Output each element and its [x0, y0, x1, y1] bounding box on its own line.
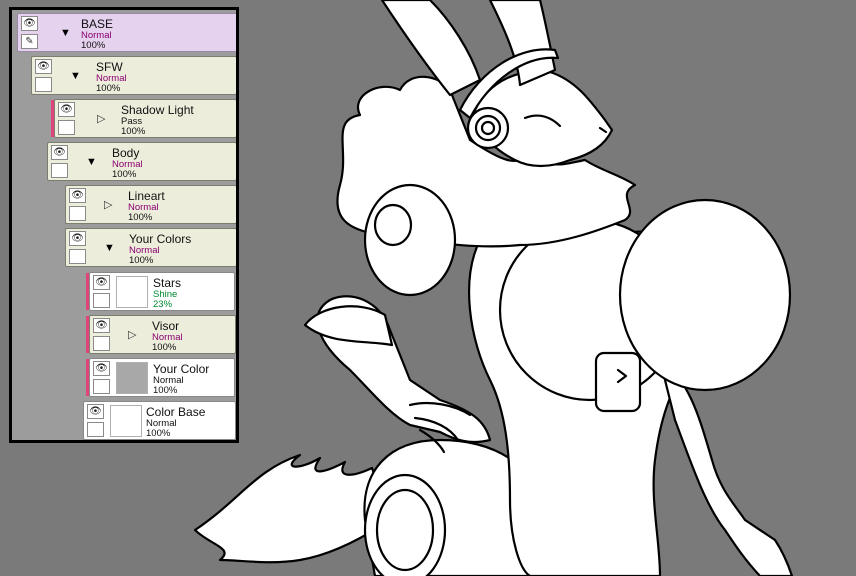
layer-row-your-color[interactable]: 👁 Your Color Normal 100%: [86, 358, 235, 397]
chest-right: [618, 198, 792, 392]
right-arm: [658, 358, 794, 576]
layer-name: Body: [112, 146, 140, 160]
layer-name: Visor: [152, 319, 180, 333]
triangle-down-icon[interactable]: ▼: [104, 242, 115, 254]
layer-opacity: 100%: [153, 385, 178, 396]
layer-row-body[interactable]: 👁 ▼ Body Normal 100%: [47, 142, 236, 181]
eye-icon[interactable]: 👁: [51, 145, 68, 160]
triangle-right-icon[interactable]: ▷: [97, 113, 105, 125]
layer-opacity: 100%: [129, 255, 154, 266]
eye-icon[interactable]: 👁: [93, 318, 110, 333]
layer-row-visor[interactable]: 👁 ▷ Visor Normal 100%: [86, 315, 236, 354]
triangle-down-icon[interactable]: ▼: [60, 27, 71, 39]
eye-icon[interactable]: 👁: [93, 361, 110, 376]
lock-box[interactable]: [93, 336, 110, 351]
eye-icon[interactable]: 👁: [87, 404, 104, 419]
lock-box[interactable]: [93, 379, 110, 394]
layer-row-your-colors[interactable]: 👁 ▼ Your Colors Normal 100%: [65, 228, 236, 267]
clipping-marker: [86, 316, 89, 353]
triangle-right-icon[interactable]: ▷: [104, 199, 112, 211]
eye-icon[interactable]: 👁: [58, 102, 75, 117]
layers-panel: 👁 ✎ ▼ BASE Normal 100% 👁 ▼ SFW Normal 10…: [9, 7, 239, 443]
layer-opacity: 100%: [146, 428, 171, 439]
layer-name: SFW: [96, 60, 123, 74]
lock-box[interactable]: [35, 77, 52, 92]
tail-fluff: [193, 453, 392, 564]
layer-name: Your Colors: [129, 232, 192, 246]
layer-thumbnail: [110, 405, 142, 437]
layer-thumbnail: [116, 362, 148, 394]
layer-name: Stars: [153, 276, 182, 290]
lock-box[interactable]: [69, 249, 86, 264]
layer-row-lineart[interactable]: 👁 ▷ Lineart Normal 100%: [65, 185, 236, 224]
layer-opacity: 100%: [96, 83, 121, 94]
layer-row-sfw[interactable]: 👁 ▼ SFW Normal 100%: [31, 56, 236, 95]
layer-opacity: 100%: [152, 342, 177, 353]
lock-box[interactable]: [58, 120, 75, 135]
lock-box[interactable]: [87, 422, 104, 437]
layer-row-color-base[interactable]: 👁 Color Base Normal 100%: [83, 401, 236, 440]
lock-box[interactable]: [51, 163, 68, 178]
layer-name: Lineart: [128, 189, 165, 203]
layer-row-shadow-light[interactable]: 👁 ▷ Shadow Light Pass 100%: [51, 99, 236, 138]
lock-box[interactable]: [69, 206, 86, 221]
layer-opacity: 100%: [81, 40, 106, 51]
layer-name: BASE: [81, 17, 114, 31]
eye-icon[interactable]: 👁: [69, 188, 86, 203]
triangle-down-icon[interactable]: ▼: [86, 156, 97, 168]
layer-opacity: 100%: [128, 212, 153, 223]
layer-name: Color Base: [146, 405, 206, 419]
eye-icon[interactable]: 👁: [93, 275, 110, 290]
pen-icon[interactable]: ✎: [21, 34, 38, 49]
layer-opacity: 100%: [121, 126, 146, 137]
layer-opacity: 23%: [153, 299, 173, 310]
clipping-marker: [86, 359, 89, 396]
clipping-marker: [51, 100, 54, 137]
eye-icon[interactable]: 👁: [21, 16, 38, 31]
triangle-right-icon[interactable]: ▷: [128, 329, 136, 341]
layer-row-base[interactable]: 👁 ✎ ▼ BASE Normal 100%: [17, 13, 236, 52]
lock-box[interactable]: [93, 293, 110, 308]
layer-name: Shadow Light: [121, 103, 194, 117]
clipping-marker: [86, 273, 89, 310]
layer-opacity: 100%: [112, 169, 137, 180]
shoulder-pad: [363, 183, 457, 297]
eye-icon[interactable]: 👁: [35, 59, 52, 74]
layer-row-stars[interactable]: 👁 Stars Shine 23%: [86, 272, 235, 311]
triangle-down-icon[interactable]: ▼: [70, 70, 81, 82]
eye-icon[interactable]: 👁: [69, 231, 86, 246]
layer-thumbnail: [116, 276, 148, 308]
layer-name: Your Color: [153, 362, 210, 376]
